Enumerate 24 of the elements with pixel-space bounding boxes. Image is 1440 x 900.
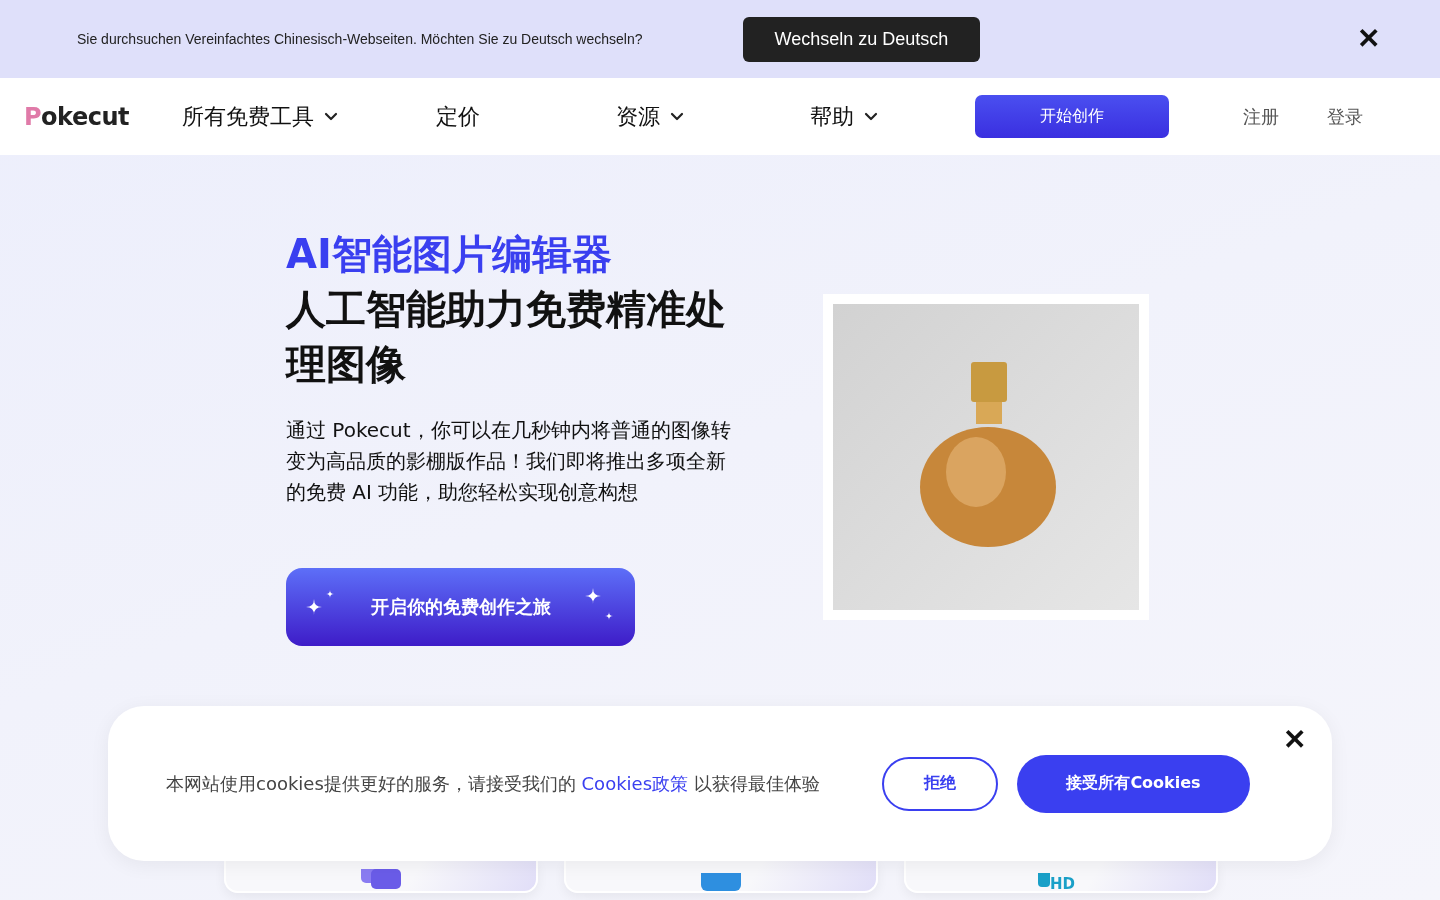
hero-subtitle: AI智能图片编辑器 [286, 230, 613, 279]
layers-icon [359, 869, 403, 891]
hero-title: 人工智能助力免费精准处理图像 [286, 285, 727, 389]
nav-menu-item[interactable]: 定价 [436, 101, 616, 132]
tool-card[interactable] [564, 861, 878, 893]
close-button[interactable]: ✕ [1283, 726, 1306, 754]
cookie-policy-link[interactable]: Cookies政策 [581, 772, 689, 794]
hero-description: 通过 Pokecut，你可以在几秒钟内将普通的图像转变为高品质的影棚版作品！我们即将推出多项全新的免费 AI 功能，助您轻松实现创意构想 [286, 417, 732, 506]
accept-cookies-button[interactable]: 接受所有Cookies [1017, 754, 1250, 813]
cookie-message: 本网站使用cookies提供更好的服务，请接受我们的 Cookies政策 以获得最佳体验 [166, 771, 821, 796]
close-button[interactable]: ✕ [1357, 25, 1380, 53]
start-free-button[interactable]: 开启你的免费创作之旅 [286, 568, 635, 646]
tool-card[interactable] [224, 861, 538, 893]
nav-menu-item[interactable]: 所有免费工具 [182, 101, 436, 132]
start-creating-button[interactable]: 开始创作 [975, 95, 1169, 138]
nav-menu-item[interactable]: 帮助 [810, 101, 975, 132]
screen-icon [701, 873, 741, 891]
nav-menu-item[interactable]: 资源 [616, 101, 810, 132]
login-link[interactable]: 登录 [1321, 103, 1369, 130]
switch-language-button[interactable]: Wechseln zu Deutsch [743, 16, 980, 62]
signup-link[interactable]: 注册 [1237, 103, 1285, 130]
logo[interactable]: Pokecut [24, 102, 182, 131]
reject-button[interactable]: 拒绝 [882, 756, 998, 811]
language-message: Sie durchsuchen Vereinfachtes Chinesisch-Webseiten. Möchten Sie zu Deutsch wechseln? [77, 31, 644, 47]
